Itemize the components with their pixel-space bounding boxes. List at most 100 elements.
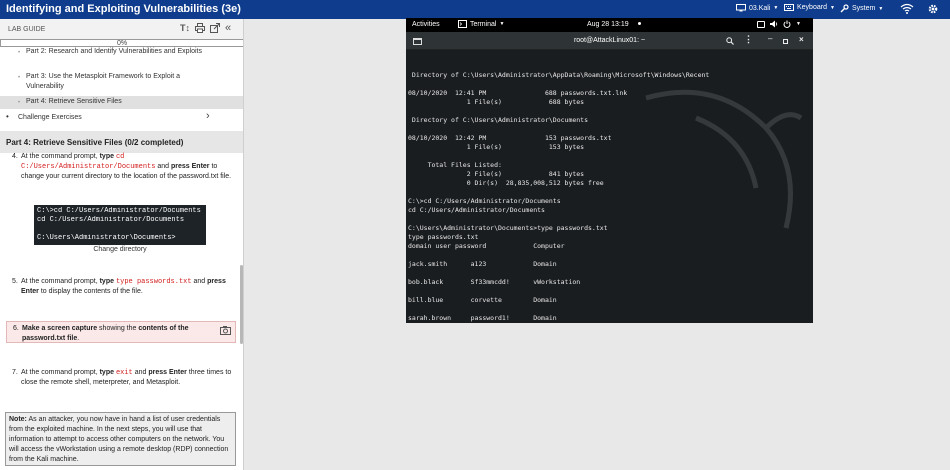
terminal-menu-label: Terminal — [470, 20, 497, 28]
step-text-part: to display the contents of the file. — [38, 288, 143, 295]
bullet-icon: • — [18, 75, 21, 81]
app-top-bar: Identifying and Exploiting Vulnerabiliti… — [0, 0, 950, 19]
terminal-line: Directory of C:\Users\Administrator\Docu… — [408, 116, 589, 124]
close-icon[interactable]: × — [799, 35, 804, 44]
clock[interactable]: Aug 28 13:19 — [587, 21, 629, 28]
system-tray[interactable]: ▼ — [757, 20, 801, 28]
text-size-icon[interactable]: T↕ — [180, 23, 190, 33]
terminal-line: Directory of C:\Users\Administrator\AppD… — [408, 71, 710, 79]
toc-item-challenge-exercises[interactable]: • Challenge Exercises › — [0, 110, 243, 125]
code-line: C:\>cd C:/Users/Administrator/Documents — [37, 207, 201, 215]
system-label: System — [852, 5, 876, 12]
step-text: At the command prompt, type type passwor… — [21, 277, 233, 297]
code-caption: Change directory — [93, 246, 147, 253]
header-icons: T↕ « — [180, 23, 231, 34]
search-icon[interactable] — [726, 37, 734, 45]
step-keyword: type — [99, 153, 114, 160]
step-keyword: press Enter — [171, 163, 210, 170]
step-text: Make a screen capture showing the conten… — [22, 324, 212, 344]
note-text: As an attacker, you now have in hand a l… — [9, 416, 229, 463]
chevron-down-icon: ▼ — [878, 5, 884, 12]
keyboard-label: Keyboard — [797, 4, 827, 11]
step-7: 7. At the command prompt, type exit and … — [12, 368, 234, 392]
collapse-icon[interactable]: « — [225, 23, 231, 34]
step-keyword: password.txt file — [22, 335, 78, 342]
terminal-line: C:\>cd C:/Users/Administrator/Documents — [408, 197, 561, 205]
notification-dot-icon — [638, 22, 641, 25]
toc-item-part-3[interactable]: • Part 3: Use the Metasploit Framework t… — [0, 72, 243, 95]
popout-icon[interactable] — [210, 23, 220, 33]
terminal-app-menu[interactable]: Terminal ▼ — [458, 20, 504, 28]
step-text-part: At the command prompt, — [21, 153, 100, 160]
lab-guide-label: LAB GUIDE — [8, 26, 46, 33]
terminal-line: Total Files Listed: — [408, 161, 502, 169]
toc-item-part-2[interactable]: • Part 2: Research and Identify Vulnerab… — [0, 47, 243, 70]
terminal-icon — [458, 20, 467, 28]
terminal-output[interactable]: Directory of C:\Users\Administrator\AppD… — [408, 53, 813, 323]
step-text: At the command prompt, type exit and pre… — [21, 368, 233, 388]
keyboard-menu[interactable]: Keyboard ▼ — [784, 4, 835, 11]
terminal-line: 08/10/2020 12:41 PM 688 passwords.txt.ln… — [408, 89, 628, 97]
step-number: 5. — [12, 278, 18, 285]
keyboard-icon — [784, 4, 794, 11]
step-keyword: type — [99, 278, 114, 285]
app-title: Identifying and Exploiting Vulnerabiliti… — [6, 3, 241, 15]
chevron-right-icon: › — [206, 110, 210, 122]
code-screenshot: C:\>cd C:/Users/Administrator/Documents … — [34, 205, 206, 245]
step-command: exit — [115, 369, 133, 377]
terminal-line: 1 File(s) 153 bytes — [408, 143, 585, 151]
step-5: 5. At the command prompt, type type pass… — [12, 277, 234, 301]
bullet-icon: • — [6, 112, 9, 121]
terminal-line: cd C:/Users/Administrator/Documents — [408, 206, 545, 214]
step-text-part: showing the — [97, 325, 139, 332]
vm-selector[interactable]: 03.Kali ▼ — [736, 4, 778, 12]
section-title: Part 4: Retrieve Sensitive Files (0/2 co… — [6, 138, 184, 147]
step-keyword: type — [99, 369, 114, 376]
terminal-line: 1 File(s) 688 bytes — [408, 98, 585, 106]
terminal-line: 2 File(s) 841 bytes — [408, 170, 585, 178]
note-label: Note: — [9, 416, 27, 423]
step-text-part: At the command prompt, — [21, 369, 100, 376]
sidebar-scrollbar[interactable] — [240, 265, 243, 344]
minimize-icon[interactable]: – — [768, 34, 772, 43]
terminal-line: bill.blue corvette Domain — [408, 296, 557, 304]
vm-label: 03.Kali — [749, 4, 771, 12]
step-text-part: and — [155, 163, 171, 170]
terminal-line: C:\Users\Administrator\Documents>type pa… — [408, 224, 608, 232]
progress-bar: 0% — [0, 39, 243, 47]
settings-gear-icon[interactable] — [927, 3, 939, 15]
chevron-down-icon: ▼ — [829, 4, 835, 11]
chevron-down-icon: ▼ — [499, 21, 505, 27]
step-4: 4. At the command prompt, type cd C:/Use… — [12, 152, 234, 196]
step-number: 7. — [12, 369, 18, 376]
toc-item-part-4[interactable]: • Part 4: Retrieve Sensitive Files — [0, 96, 243, 109]
terminal-line: bob.black Sf33mmcdd! vWorkstation — [408, 278, 581, 286]
terminal-line: 0 Dir(s) 28,835,008,512 bytes free — [408, 179, 604, 187]
step-keyword: Make a screen capture — [22, 325, 98, 332]
camera-icon[interactable] — [220, 326, 231, 335]
maximize-icon[interactable] — [783, 39, 788, 44]
menu-icon[interactable]: ⋮ — [744, 34, 753, 45]
step-6-screen-capture: 6. Make a screen capture showing the con… — [6, 321, 236, 343]
terminal-lines: Directory of C:\Users\Administrator\AppD… — [408, 71, 813, 323]
remote-desktop[interactable]: Activities Terminal ▼ Aug 28 13:19 ▼ roo… — [406, 18, 813, 323]
toc-item-label: Challenge Exercises — [18, 114, 82, 121]
activities-button[interactable]: Activities — [412, 21, 440, 28]
toc-item-label: Part 4: Retrieve Sensitive Files — [26, 98, 122, 105]
note-box: Note: As an attacker, you now have in ha… — [5, 412, 236, 466]
system-menu[interactable]: System ▼ — [840, 4, 883, 13]
wifi-icon[interactable] — [900, 3, 914, 14]
print-icon[interactable] — [195, 23, 205, 33]
progress-label: 0% — [116, 40, 128, 47]
terminal-line: domain user password Computer — [408, 242, 565, 250]
step-text-part: and — [132, 369, 149, 376]
code-line: C:\Users\Administrator\Documents> — [37, 234, 176, 242]
